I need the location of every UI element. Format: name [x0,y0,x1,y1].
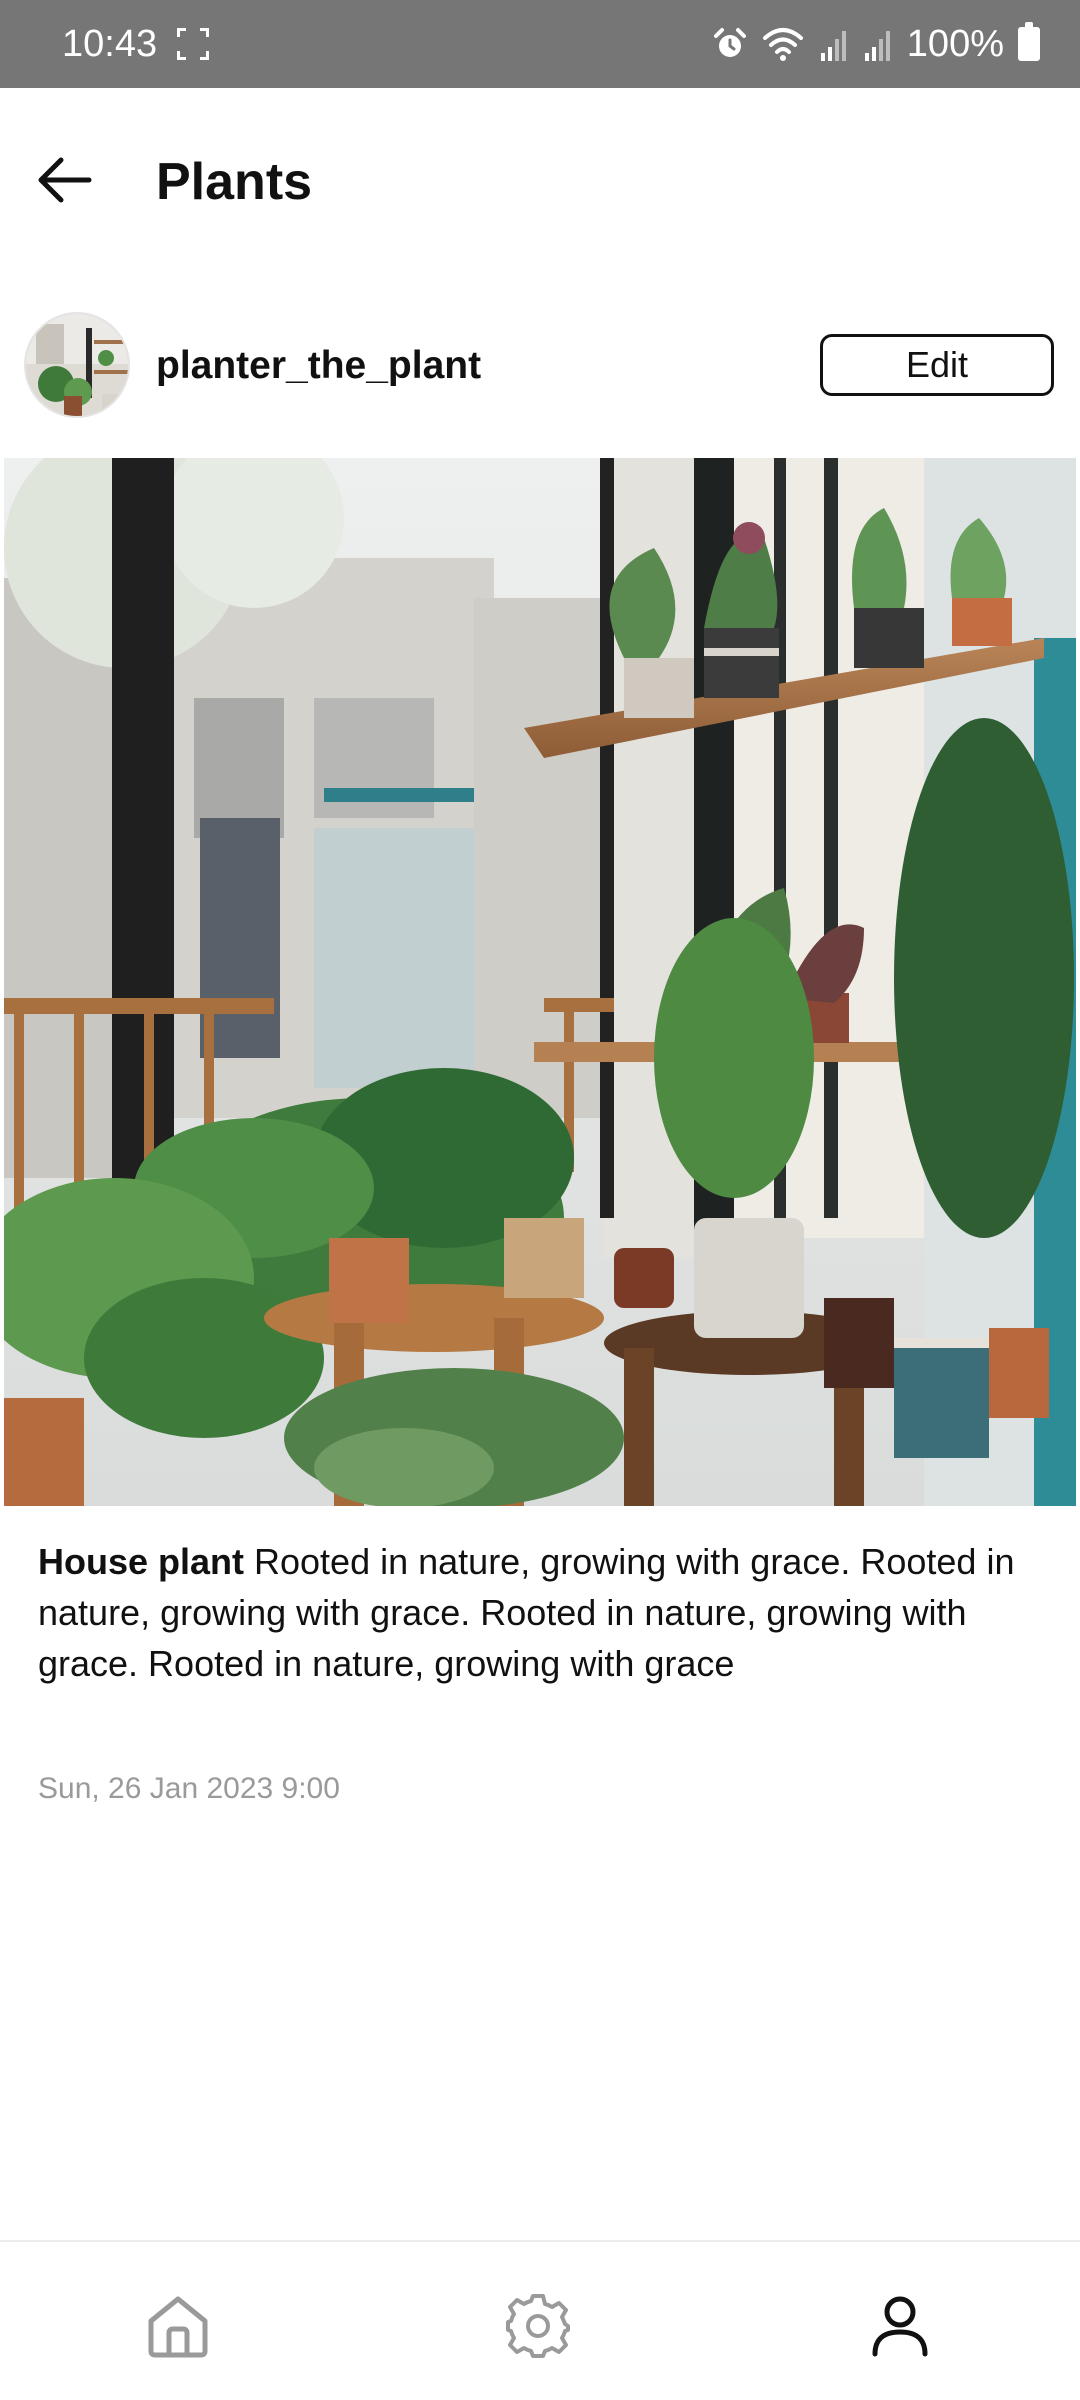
battery-level: 100% [906,22,1004,65]
bottom-nav [0,2240,1080,2400]
post-timestamp: Sun, 26 Jan 2023 9:00 [38,1772,340,1805]
status-time: 10:43 [62,22,158,65]
avatar[interactable] [24,312,130,418]
screenshot-icon [177,28,210,60]
username[interactable]: planter_the_plant [156,344,481,388]
nav-profile[interactable] [860,2286,940,2366]
post-caption: House plant Rooted in nature, growing wi… [38,1536,1048,1689]
signal-icon [864,31,890,61]
wifi-icon [762,28,803,61]
plant-post-screen: 10:43 100% Plants planter_the_plant Edit… [0,0,1080,2400]
signal-icon [820,31,846,61]
battery-icon [1018,22,1040,61]
home-icon [148,2296,208,2358]
status-bar: 10:43 100% [0,0,1080,88]
post-author-row: planter_the_plant Edit [0,310,1080,420]
alarm-icon [713,28,746,57]
edit-button[interactable]: Edit [820,334,1054,396]
status-left: 10:43 [62,22,210,66]
page-title: Plants [156,153,313,211]
app-bar: Plants [0,88,1080,278]
nav-home[interactable] [138,2286,218,2366]
avatar-image [26,314,128,416]
post-image [4,458,1076,1506]
caption-title: House plant [38,1541,245,1582]
gear-icon [506,2294,570,2358]
user-icon [872,2296,928,2357]
back-button[interactable] [30,148,98,212]
arrow-left-icon [38,157,92,203]
status-right: 100% [713,22,1040,66]
plant-photo [4,458,1076,1506]
nav-settings[interactable] [498,2286,578,2366]
